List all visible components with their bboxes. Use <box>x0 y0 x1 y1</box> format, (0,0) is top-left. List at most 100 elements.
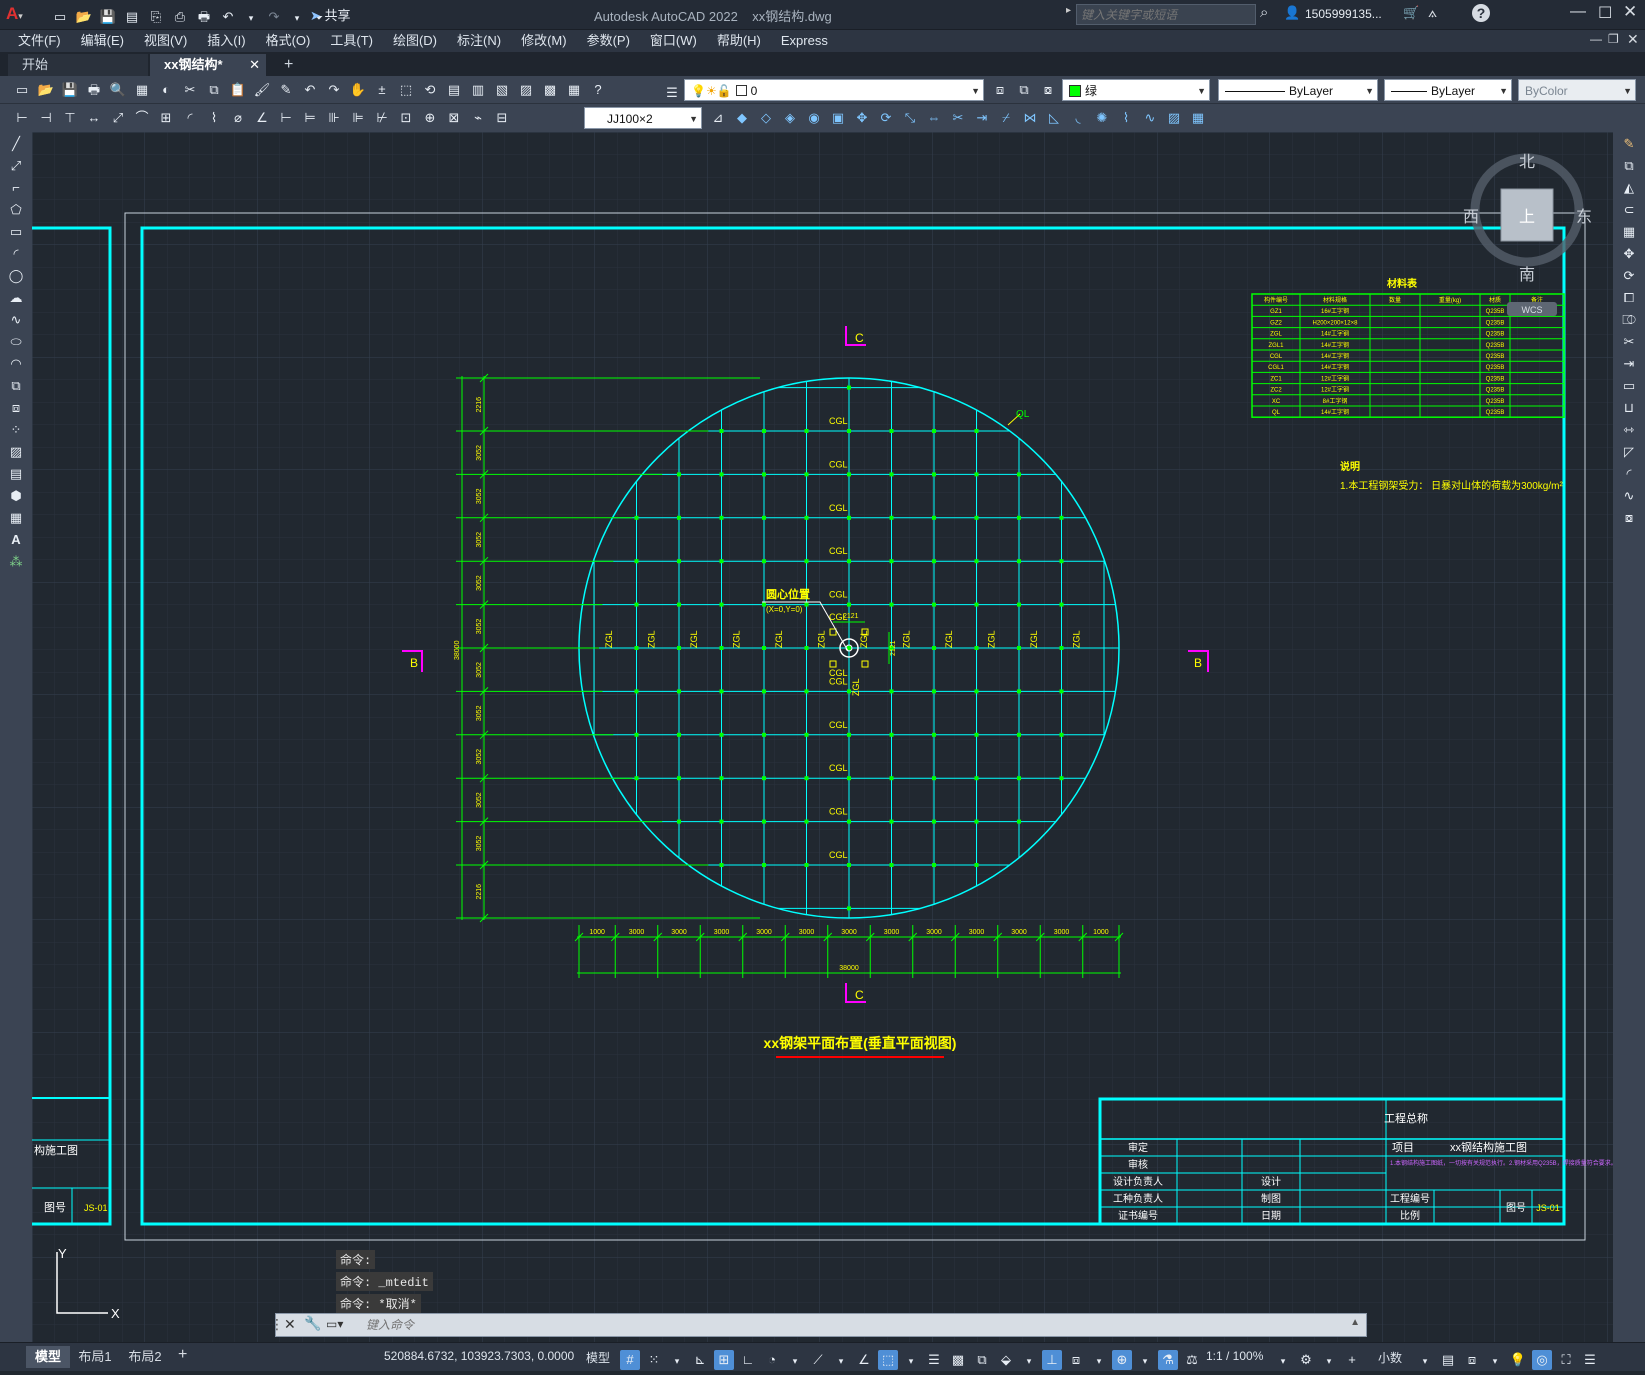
dim-angular-icon[interactable]: ∠ <box>252 108 272 128</box>
doc-close-icon[interactable]: ✕ <box>1627 31 1639 48</box>
properties-icon[interactable]: ▤ <box>444 80 464 100</box>
save-as-icon[interactable]: ▤ <box>122 7 142 27</box>
dim-quick-icon[interactable]: ⊢ <box>276 108 296 128</box>
offset-icon[interactable]: ◉ <box>804 108 824 128</box>
lineweight-icon[interactable]: ☰ <box>924 1350 944 1370</box>
undo-tool-icon[interactable]: ↶ <box>300 80 320 100</box>
fillet-right-icon[interactable]: ◜ <box>1618 464 1640 484</box>
undo-icon[interactable]: ↶ <box>218 7 238 27</box>
3d-osnap-icon[interactable]: ⬙ <box>996 1350 1016 1370</box>
menu-item[interactable]: Express <box>771 30 838 52</box>
fillet-icon[interactable]: ◟ <box>1068 108 1088 128</box>
mtext-icon[interactable]: A <box>5 530 27 550</box>
blend-curves-icon[interactable]: ∿ <box>1618 486 1640 506</box>
cut-icon[interactable]: ✂ <box>180 80 200 100</box>
viewcube-north[interactable]: 北 <box>1519 153 1535 171</box>
workspace-gear-icon[interactable]: ⚙ <box>1296 1350 1316 1370</box>
redo-dropdown-icon[interactable]: ▾ <box>288 8 306 28</box>
menu-item[interactable]: 编辑(E) <box>71 30 134 52</box>
open-icon[interactable]: 📂 <box>36 80 56 100</box>
edit-spline-icon[interactable]: ∿ <box>1140 108 1160 128</box>
lineweight-dropdown[interactable]: ByLayer ▼ <box>1384 79 1512 101</box>
lock-ui-dropdown-icon[interactable]: ▾ <box>1486 1351 1504 1371</box>
units-readout[interactable]: 小数 <box>1378 1349 1402 1366</box>
new-tab-button[interactable]: + <box>270 54 307 76</box>
tab-model[interactable]: 模型 <box>26 1346 70 1368</box>
redo-icon[interactable]: ↷ <box>264 7 284 27</box>
paste-icon[interactable]: 📋 <box>228 80 248 100</box>
lock-ui-icon[interactable]: ⧈ <box>1462 1350 1482 1370</box>
qnew-icon[interactable]: ▭ <box>12 80 32 100</box>
undo-dropdown-icon[interactable]: ▾ <box>242 8 260 28</box>
array-right-icon[interactable]: ▦ <box>1618 222 1640 242</box>
object-snap-icon[interactable]: ⬚ <box>878 1350 898 1370</box>
scale-icon[interactable]: ⤡ <box>900 108 920 128</box>
chamfer-icon[interactable]: ◺ <box>1044 108 1064 128</box>
selection-cycling-icon[interactable]: ⧉ <box>972 1350 992 1370</box>
clean-screen-icon[interactable]: ⛶ <box>1556 1350 1576 1370</box>
offset-right-icon[interactable]: ⊂ <box>1618 200 1640 220</box>
join-icon[interactable]: ⋈ <box>1020 108 1040 128</box>
command-history-toggle-icon[interactable]: ▲ <box>1350 1317 1360 1328</box>
open-file-icon[interactable]: 📂 <box>74 7 94 27</box>
customize-wrench-icon[interactable]: 🔧 <box>304 1315 321 1332</box>
dim-diameter-icon[interactable]: ⌀ <box>228 108 248 128</box>
make-block-icon[interactable]: ⧈ <box>5 398 27 418</box>
open-web-icon[interactable]: ⎘ <box>146 7 166 27</box>
dim-update-icon[interactable]: ⊤ <box>60 108 80 128</box>
user-icon[interactable]: 👤 <box>1284 5 1300 21</box>
help-tool-icon[interactable]: ? <box>588 80 608 100</box>
annotation-scale[interactable]: 1:1 / 100% <box>1206 1349 1263 1363</box>
dim-style-icon[interactable]: ⊟ <box>492 108 512 128</box>
explode-icon[interactable]: ✺ <box>1092 108 1112 128</box>
dim-radius-icon[interactable]: ◜ <box>180 108 200 128</box>
save-icon[interactable]: 💾 <box>98 7 118 27</box>
make-current-icon[interactable]: ⧈ <box>990 80 1010 100</box>
dim-style-dropdown[interactable]: JJ100×2 ▼ <box>584 107 702 129</box>
calculator-icon[interactable]: ▦ <box>564 80 584 100</box>
menu-item[interactable]: 格式(O) <box>256 30 321 52</box>
break-point-icon[interactable]: ▭ <box>1618 376 1640 396</box>
construction-line-icon[interactable]: ⤢ <box>5 156 27 176</box>
markup-icon[interactable]: ▩ <box>540 80 560 100</box>
zoom-previous-icon[interactable]: ⟲ <box>420 80 440 100</box>
auto-scale-icon[interactable]: ⚖ <box>1182 1350 1202 1370</box>
maximize-button[interactable]: ☐ <box>1598 3 1612 23</box>
add-selected-icon[interactable]: ⁂ <box>5 552 27 572</box>
line-icon[interactable]: ╱ <box>5 134 27 154</box>
search-input[interactable] <box>1076 4 1256 25</box>
infer-constraints-icon[interactable]: ⊾ <box>690 1350 710 1370</box>
scale-right-icon[interactable]: ⧠ <box>1618 288 1640 308</box>
array-icon[interactable]: ▣ <box>828 108 848 128</box>
block-editor-icon[interactable]: ✎ <box>276 80 296 100</box>
osnap-dropdown-icon[interactable]: ▾ <box>902 1351 920 1371</box>
tool-palettes-icon[interactable]: ▧ <box>492 80 512 100</box>
region-icon[interactable]: ⬢ <box>5 486 27 506</box>
command-close-icon[interactable]: ✕ <box>284 1316 296 1333</box>
copy-object-icon[interactable]: ◇ <box>756 108 776 128</box>
tab-close-icon[interactable]: ✕ <box>249 54 260 76</box>
polygon-icon[interactable]: ⬠ <box>5 200 27 220</box>
dim-style-manager-icon[interactable]: ⊿ <box>708 108 728 128</box>
ortho-icon[interactable]: ∟ <box>738 1350 758 1370</box>
menu-item[interactable]: 工具(T) <box>320 30 383 52</box>
spline-icon[interactable]: ∿ <box>5 310 27 330</box>
layer-dropdown[interactable]: 💡☀🔓 0 ▼ <box>684 79 984 101</box>
trim-icon[interactable]: ✂ <box>948 108 968 128</box>
graphics-performance-icon[interactable]: ◎ <box>1532 1350 1552 1370</box>
gradient-icon[interactable]: ▤ <box>5 464 27 484</box>
zoom-realtime-icon[interactable]: ± <box>372 80 392 100</box>
menu-item[interactable]: 参数(P) <box>577 30 640 52</box>
transparency-icon[interactable]: ▩ <box>948 1350 968 1370</box>
plotstyle-dropdown[interactable]: ByColor ▼ <box>1518 79 1636 101</box>
dynamic-input-icon[interactable]: ⊞ <box>714 1350 734 1370</box>
grid-toggle-icon[interactable]: # <box>620 1350 640 1370</box>
3d-dwf-icon[interactable]: ◐ <box>156 80 176 100</box>
save-web-icon[interactable]: ⎙ <box>170 7 190 27</box>
extend-right-icon[interactable]: ⇥ <box>1618 354 1640 374</box>
hatch-icon[interactable]: ▨ <box>5 442 27 462</box>
zoom-window-icon[interactable]: ⬚ <box>396 80 416 100</box>
move-right-icon[interactable]: ✥ <box>1618 244 1640 264</box>
mirror-icon[interactable]: ◈ <box>780 108 800 128</box>
rectangle-icon[interactable]: ▭ <box>5 222 27 242</box>
